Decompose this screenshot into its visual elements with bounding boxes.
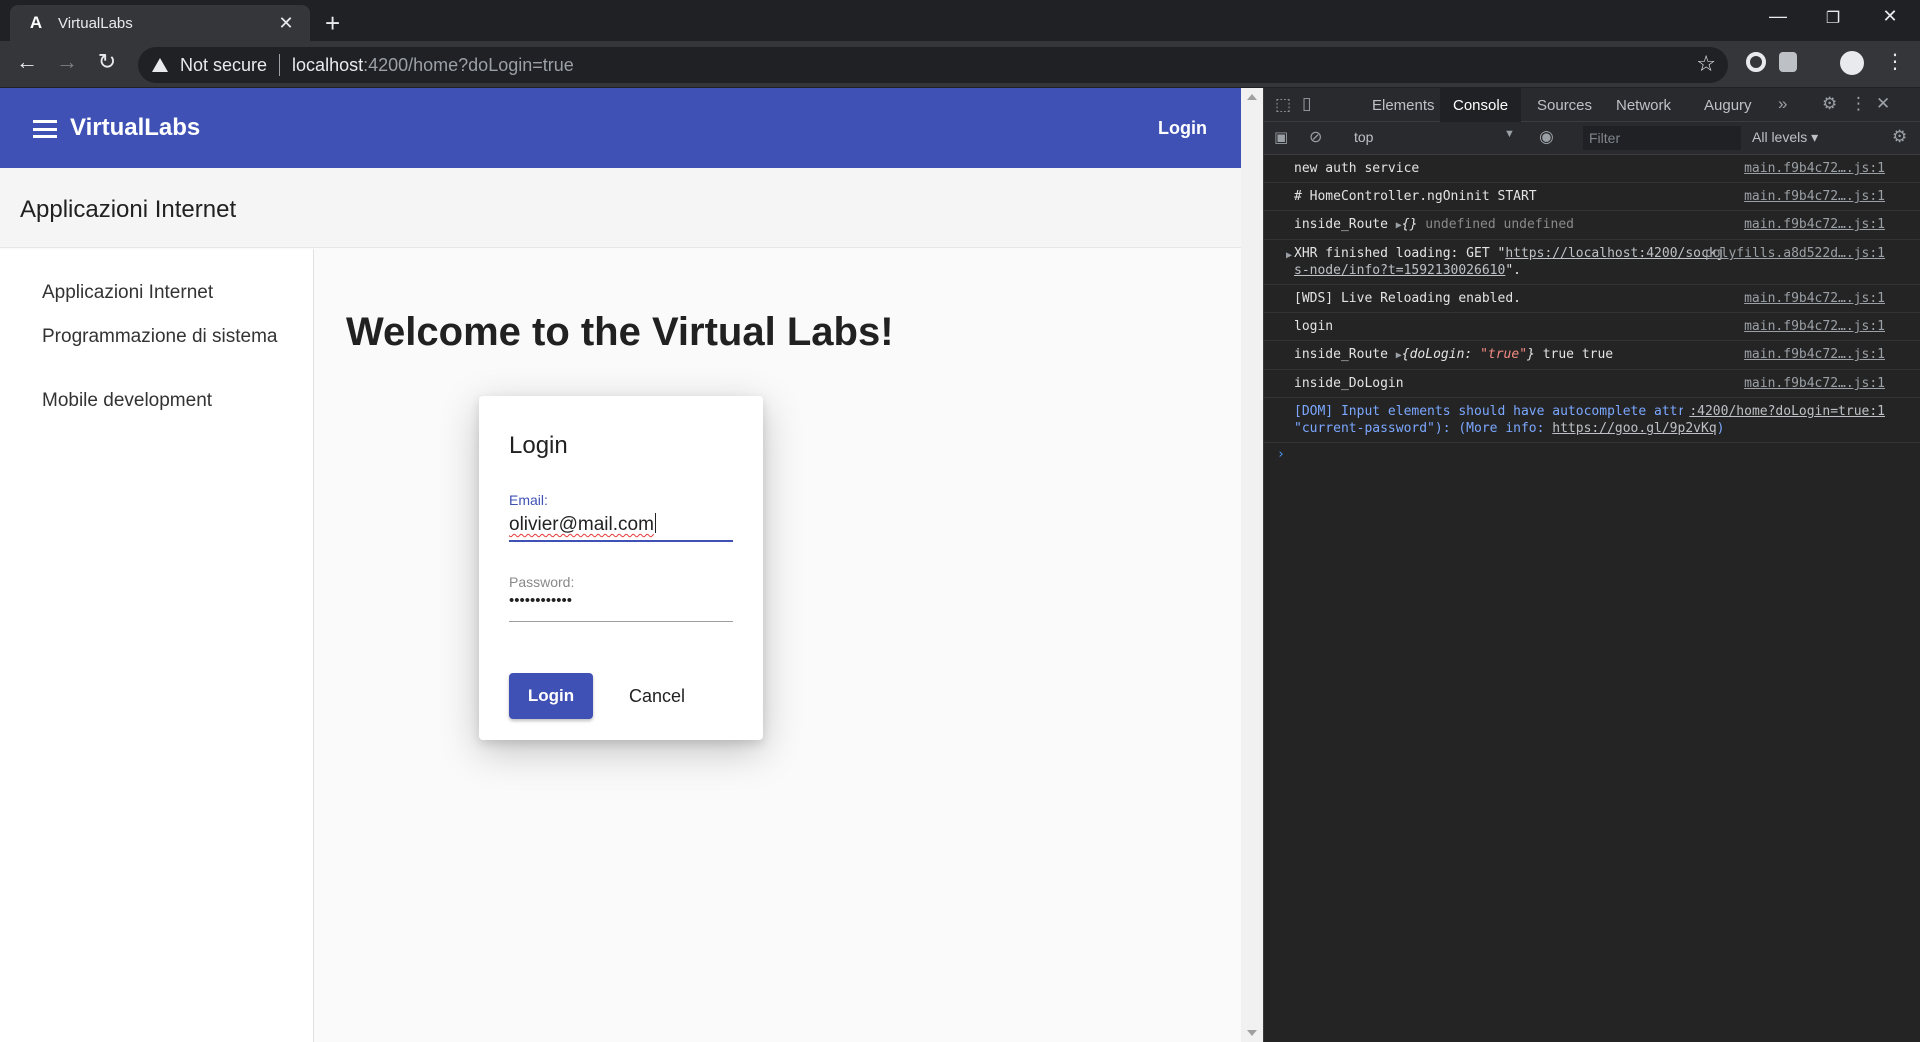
reload-icon[interactable]: ↻ [90,49,124,75]
devtools-tab-network[interactable]: Network [1603,88,1684,122]
email-value: olivier@mail.com [509,514,654,535]
source-link[interactable]: main.f9b4c72….js:1 [1744,188,1885,205]
welcome-heading: Welcome to the Virtual Labs! [346,310,894,354]
console-settings-gear-icon[interactable]: ⚙ [1892,127,1907,147]
sidenav-item-mobile-development[interactable]: Mobile development [42,389,282,413]
source-link[interactable]: main.f9b4c72….js:1 [1744,216,1885,233]
eye-icon[interactable]: ◉ [1539,127,1554,147]
app-title: VirtualLabs [70,114,201,141]
sidebar-toggle-icon[interactable]: ▣ [1274,128,1288,146]
devtools-menu-icon[interactable]: ⋮ [1850,94,1867,114]
password-label: Password: [509,574,575,590]
inspect-element-icon[interactable]: ⬚ [1275,95,1291,115]
devtools-tab-console[interactable]: Console [1440,88,1522,122]
password-field[interactable]: •••••••••••• [509,592,572,609]
device-toolbar-icon[interactable]: ▯ [1302,94,1311,114]
console-message: login main.f9b4c72….js:1 [1264,313,1920,341]
devtools-tab-sources[interactable]: Sources [1524,88,1605,122]
log-levels-dropdown[interactable]: All levels ▾ [1752,129,1818,146]
console-prompt-row[interactable]: › [1264,443,1920,467]
source-link[interactable]: main.f9b4c72….js:1 [1744,160,1885,177]
console-message: inside_Route ▶{} undefined undefined mai… [1264,211,1920,240]
page-scrollbar[interactable] [1241,88,1263,1042]
extension-icon[interactable] [1746,52,1766,72]
email-field[interactable]: olivier@mail.com [509,513,656,536]
security-label: Not secure [180,54,268,75]
url-host: localhost [292,54,364,75]
console-message: new auth service main.f9b4c72….js:1 [1264,155,1920,183]
source-link[interactable]: main.f9b4c72….js:1 [1744,346,1885,363]
tab-title: VirtualLabs [58,14,133,32]
warning-icon [152,58,168,72]
sidenav: Applicazioni Internet Programmazione di … [0,249,314,1042]
dialog-title: Login [509,432,568,459]
source-link[interactable]: :4200/home?doLogin=true:1 [1683,403,1885,420]
source-link[interactable]: main.f9b4c72….js:1 [1744,290,1885,307]
console-filterbar: ▣ ⊘ top ▼ ◉ Filter All levels ▾ ⚙ [1264,122,1920,155]
devtools-panel: ⬚ ▯ Elements Console Sources Network Aug… [1263,88,1920,1042]
console-message: # HomeController.ngOninit START main.f9b… [1264,183,1920,211]
profile-avatar-icon[interactable] [1840,51,1864,75]
console-filter-input[interactable]: Filter [1583,126,1741,150]
password-underline [509,621,733,622]
browser-tab[interactable]: A VirtualLabs ✕ [10,5,310,41]
login-button[interactable]: Login [509,673,593,719]
console-message: inside_DoLogin main.f9b4c72….js:1 [1264,370,1920,398]
login-dialog: Login Email: olivier@mail.com Password: … [479,396,763,740]
context-selector[interactable]: top [1354,129,1373,145]
header-login-button[interactable]: Login [1158,118,1207,139]
close-icon[interactable]: ✕ [276,13,296,34]
sidenav-item-applicazioni-internet[interactable]: Applicazioni Internet [42,281,282,305]
source-link[interactable]: polyfills.a8d522d….js:1 [1705,245,1885,262]
app-toolbar: VirtualLabs Login [0,88,1241,168]
settings-gear-icon[interactable]: ⚙ [1822,94,1837,114]
email-underline [509,540,733,542]
cancel-button[interactable]: Cancel [615,673,699,719]
course-title: Applicazioni Internet [20,196,237,223]
console-message: [WDS] Live Reloading enabled. main.f9b4c… [1264,285,1920,313]
source-link[interactable]: main.f9b4c72….js:1 [1744,375,1885,392]
url-path: :4200/home?doLogin=true [363,54,574,75]
hamburger-menu-icon[interactable] [33,120,57,138]
devtools-tabbar: ⬚ ▯ Elements Console Sources Network Aug… [1264,88,1920,122]
browser-tabbar: A VirtualLabs ✕ + — ❐ ✕ [0,0,1920,41]
devtools-tab-elements[interactable]: Elements [1359,88,1448,122]
new-tab-icon[interactable]: + [325,8,340,39]
forward-icon[interactable]: → [50,49,84,75]
devtools-tab-augury[interactable]: Augury [1691,88,1765,122]
source-link[interactable]: main.f9b4c72….js:1 [1744,318,1885,335]
console-message: inside_Route ▶{doLogin: "true"} true tru… [1264,341,1920,370]
more-info-link[interactable]: https://goo.gl/9p2vKq [1552,421,1716,436]
course-header: Applicazioni Internet [0,168,1241,248]
scroll-down-icon[interactable] [1247,1030,1257,1036]
scroll-up-icon[interactable] [1247,94,1257,100]
text-caret [654,513,656,533]
restore-icon[interactable]: ❐ [1813,8,1853,28]
shield-extension-icon[interactable] [1779,52,1797,72]
sidenav-item-programmazione-di-sistema[interactable]: Programmazione di sistema [42,325,282,349]
log-levels-label: All levels [1752,129,1808,145]
clear-console-icon[interactable]: ⊘ [1309,127,1322,147]
address-bar[interactable]: Not secure localhost :4200/home?doLogin=… [138,47,1728,83]
main-content: Welcome to the Virtual Labs! Login Email… [314,249,1241,1042]
window-close-icon[interactable]: ✕ [1870,6,1910,27]
menu-kebab-icon[interactable]: ⋮ [1878,49,1912,74]
expand-triangle-icon[interactable]: ▶ [1286,247,1292,264]
console-message-verbose: [DOM] Input elements should have autocom… [1264,398,1920,443]
console-message: ▶ XHR finished loading: GET "https://loca… [1264,240,1920,285]
back-icon[interactable]: ← [10,49,44,75]
chevron-down-icon: ▼ [1504,128,1515,140]
console-output: new auth service main.f9b4c72….js:1 # Ho… [1264,155,1920,467]
email-label: Email: [509,492,548,508]
web-page: VirtualLabs Login Applicazioni Internet … [0,88,1241,1042]
more-tabs-icon[interactable]: » [1778,94,1787,114]
browser-toolbar: ← → ↻ Not secure localhost :4200/home?do… [0,41,1920,88]
angular-icon: A [29,13,43,32]
console-prompt-icon: › [1277,447,1285,462]
separator [279,54,281,76]
minimize-icon[interactable]: — [1758,6,1798,27]
bookmark-star-icon[interactable]: ☆ [1696,51,1716,77]
devtools-close-icon[interactable]: ✕ [1876,94,1890,114]
